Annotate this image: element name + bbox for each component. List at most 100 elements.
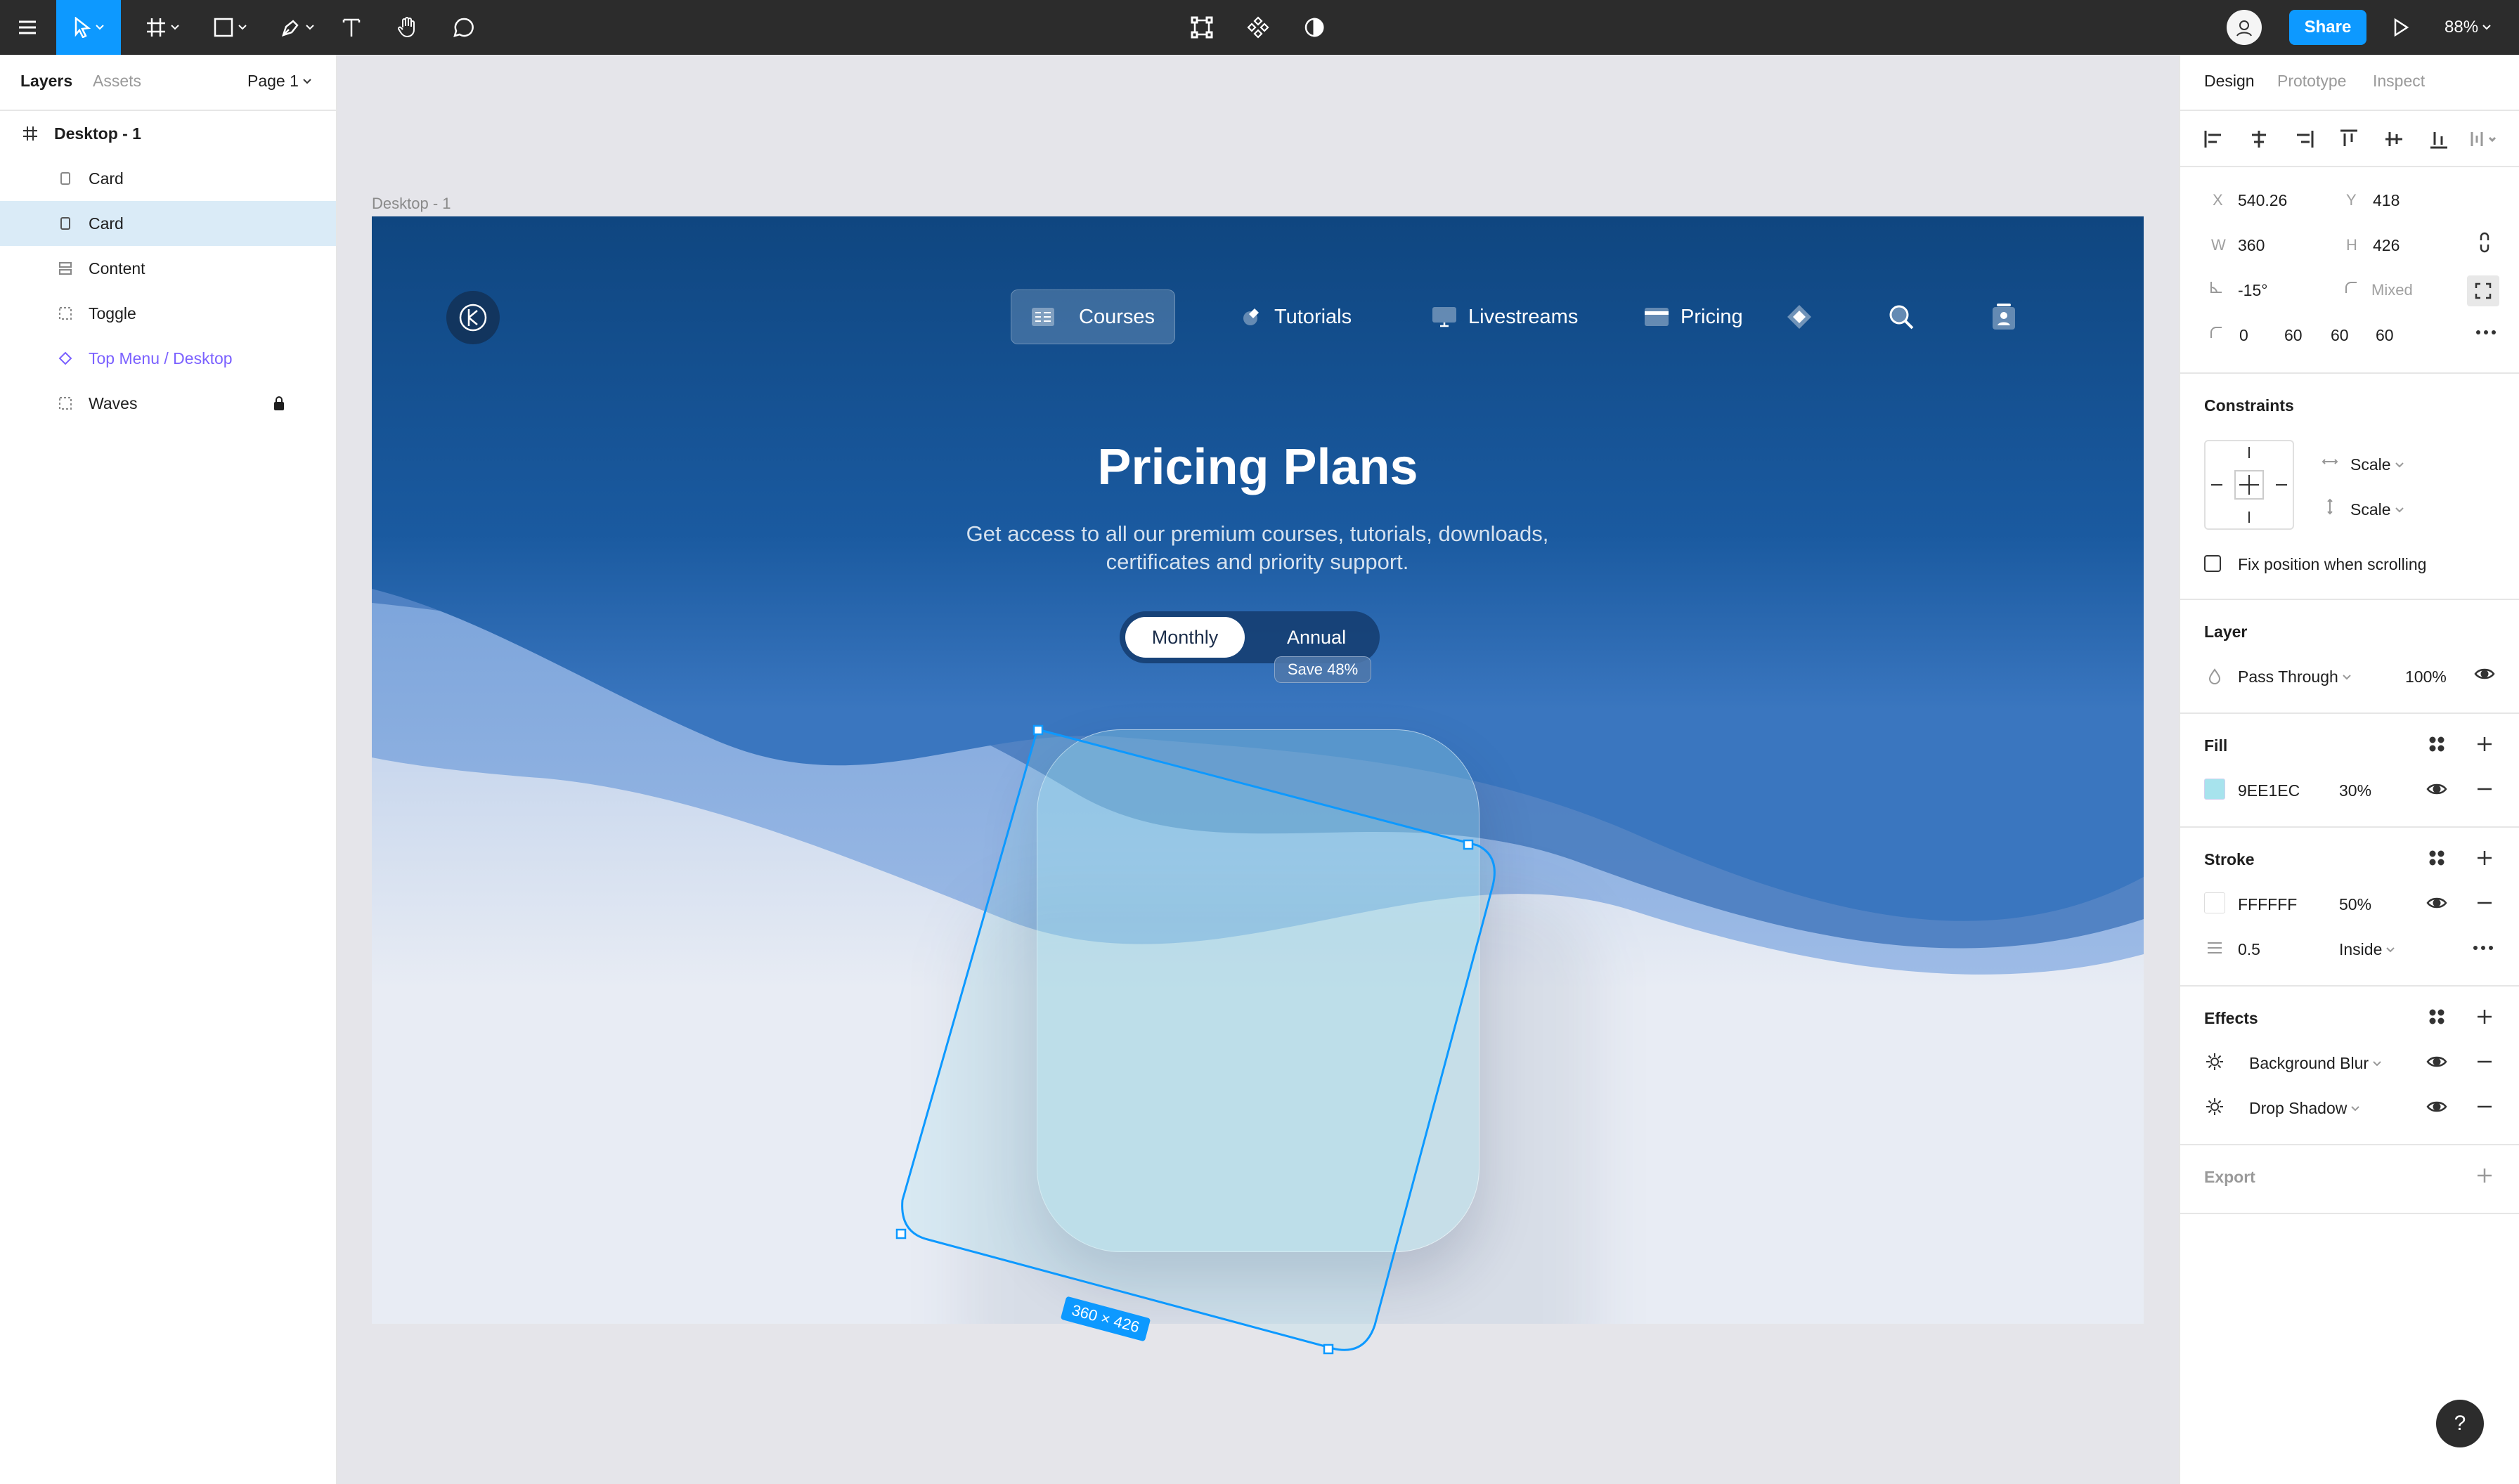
fix-position-checkbox[interactable] [2204, 555, 2221, 572]
nav-pricing[interactable]: Pricing [1644, 289, 1743, 344]
remove-effect-icon[interactable] [2474, 1096, 2495, 1117]
stroke-opacity-input[interactable]: 50% [2339, 895, 2371, 914]
layer-row-selected[interactable]: Card [0, 201, 336, 246]
diamond-icon[interactable] [1786, 289, 1813, 344]
billing-toggle[interactable]: Monthly Annual [1120, 611, 1380, 663]
fill-hex-input[interactable]: 9EE1EC [2238, 781, 2300, 800]
frame-tool-button[interactable] [138, 0, 187, 55]
hand-icon[interactable] [394, 0, 422, 55]
account-icon[interactable] [1991, 289, 2016, 344]
eye-icon[interactable] [2426, 779, 2447, 800]
add-effect-icon[interactable] [2474, 1006, 2495, 1027]
constraints-widget[interactable] [2204, 440, 2294, 530]
frame-label[interactable]: Desktop - 1 [372, 195, 451, 213]
distribute-icon[interactable] [2470, 125, 2498, 153]
corner-radius-input[interactable]: Mixed [2371, 281, 2413, 299]
stroke-position-select[interactable]: Inside [2339, 940, 2395, 959]
layer-row-frame[interactable]: Desktop - 1 [0, 111, 336, 156]
lock-icon[interactable] [274, 396, 284, 410]
play-icon[interactable] [2387, 0, 2415, 55]
radius-top-right[interactable]: 60 [2284, 326, 2303, 345]
toggle-monthly[interactable]: Monthly [1125, 617, 1245, 658]
comment-icon[interactable] [450, 0, 478, 55]
text-icon[interactable] [337, 0, 365, 55]
component-icon[interactable] [1244, 0, 1272, 55]
stroke-swatch[interactable] [2204, 892, 2225, 913]
tab-assets[interactable]: Assets [93, 72, 141, 91]
fill-swatch[interactable] [2204, 779, 2225, 800]
card-static[interactable] [1037, 729, 1479, 1252]
stroke-weight-input[interactable]: 0.5 [2238, 940, 2260, 959]
add-stroke-icon[interactable] [2474, 847, 2495, 868]
style-grid-icon[interactable] [2426, 1006, 2447, 1027]
eye-icon[interactable] [2426, 1096, 2447, 1117]
height-input[interactable]: 426 [2373, 236, 2400, 255]
radius-top-left[interactable]: 0 [2239, 326, 2248, 345]
move-tool-button[interactable] [56, 0, 121, 55]
layer-row[interactable]: Card [0, 156, 336, 201]
effect-type-select[interactable]: Drop Shadow [2249, 1099, 2360, 1118]
more-options-icon[interactable] [2475, 322, 2497, 343]
shape-tool-button[interactable] [205, 0, 254, 55]
x-input[interactable]: 540.26 [2238, 191, 2287, 210]
y-input[interactable]: 418 [2373, 191, 2400, 210]
rotation-input[interactable]: -15° [2238, 281, 2267, 300]
align-right-icon[interactable] [2290, 125, 2318, 153]
layer-opacity-input[interactable]: 100% [2405, 668, 2447, 686]
width-input[interactable]: 360 [2238, 236, 2265, 255]
remove-effect-icon[interactable] [2474, 1051, 2495, 1072]
independent-corners-icon[interactable] [2467, 275, 2499, 306]
tab-inspect[interactable]: Inspect [2373, 72, 2425, 91]
style-grid-icon[interactable] [2426, 847, 2447, 868]
effect-settings-icon[interactable] [2204, 1096, 2225, 1117]
tab-design[interactable]: Design [2204, 72, 2255, 91]
pen-tool-button[interactable] [273, 0, 322, 55]
share-button[interactable]: Share [2289, 10, 2366, 45]
layer-row[interactable]: Content [0, 246, 336, 291]
user-avatar[interactable] [2227, 10, 2262, 45]
layer-row[interactable]: Waves [0, 381, 336, 426]
effect-settings-icon[interactable] [2204, 1051, 2225, 1072]
align-top-icon[interactable] [2335, 125, 2363, 153]
constrain-proportions-icon[interactable] [2474, 232, 2495, 253]
eye-icon[interactable] [2474, 663, 2495, 684]
remove-fill-icon[interactable] [2474, 779, 2495, 800]
radius-bottom-right[interactable]: 60 [2331, 326, 2349, 345]
align-vertical-center-icon[interactable] [2380, 125, 2408, 153]
fill-opacity-input[interactable]: 30% [2339, 781, 2371, 800]
style-grid-icon[interactable] [2426, 734, 2447, 755]
vertical-constraint-select[interactable]: Scale [2350, 500, 2404, 519]
horizontal-constraint-select[interactable]: Scale [2350, 455, 2404, 474]
add-fill-icon[interactable] [2474, 734, 2495, 755]
logo-icon[interactable] [446, 291, 500, 344]
more-options-icon[interactable] [2473, 937, 2494, 958]
blend-mode-select[interactable]: Pass Through [2238, 668, 2351, 686]
nav-tutorials[interactable]: Tutorials [1241, 289, 1352, 344]
nav-livestreams[interactable]: Livestreams [1432, 289, 1578, 344]
layer-row[interactable]: Toggle [0, 291, 336, 336]
radius-bottom-left[interactable]: 60 [2376, 326, 2394, 345]
add-export-icon[interactable] [2474, 1165, 2495, 1186]
menu-icon[interactable] [11, 0, 44, 55]
align-left-icon[interactable] [2200, 125, 2228, 153]
align-bottom-icon[interactable] [2425, 125, 2453, 153]
tab-layers[interactable]: Layers [20, 72, 72, 91]
search-icon[interactable] [1887, 289, 1915, 344]
eye-icon[interactable] [2426, 892, 2447, 913]
tab-prototype[interactable]: Prototype [2277, 72, 2346, 91]
toggle-annual[interactable]: Annual [1287, 617, 1346, 658]
effect-type-select[interactable]: Background Blur [2249, 1054, 2381, 1073]
page-selector[interactable]: Page 1 [247, 72, 311, 91]
remove-stroke-icon[interactable] [2474, 892, 2495, 913]
canvas[interactable]: Desktop - 1 Courses Tutorials Livestream… [337, 55, 2179, 1484]
mask-icon[interactable] [1300, 0, 1328, 55]
nav-courses[interactable]: Courses [1011, 289, 1175, 344]
zoom-dropdown[interactable]: 88% [2444, 0, 2491, 55]
stroke-hex-input[interactable]: FFFFFF [2238, 895, 2297, 914]
edit-object-icon[interactable] [1188, 0, 1216, 55]
desktop-frame[interactable]: Courses Tutorials Livestreams Pricing Pr… [372, 216, 2144, 1324]
layer-row[interactable]: Top Menu / Desktop [0, 336, 336, 381]
align-horizontal-center-icon[interactable] [2245, 125, 2273, 153]
eye-icon[interactable] [2426, 1051, 2447, 1072]
help-button[interactable]: ? [2436, 1400, 2484, 1447]
